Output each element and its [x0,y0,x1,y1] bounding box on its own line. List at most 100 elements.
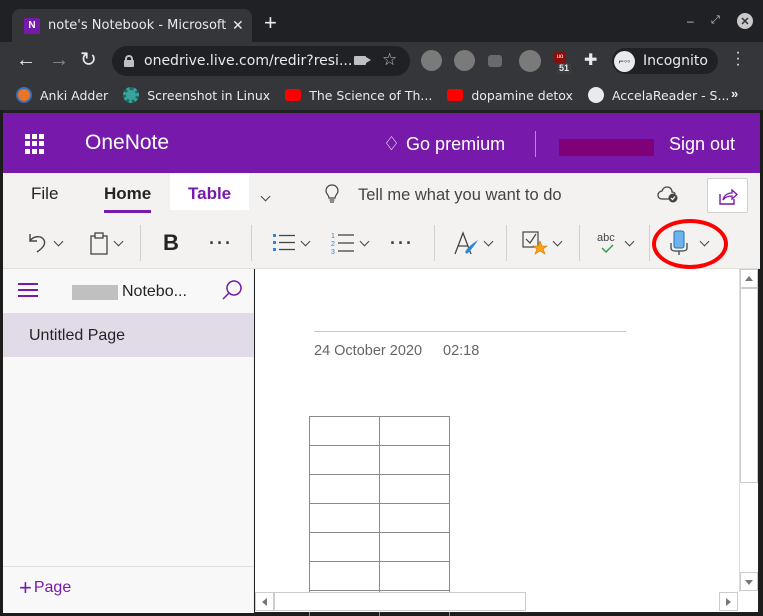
todo-tag-star-icon [522,231,548,255]
styles-button[interactable] [453,229,494,257]
url-text[interactable]: onedrive.live.com/redir?resi... [144,53,352,69]
ribbon-separator [434,225,435,261]
more-formatting-button[interactable]: ··· [209,229,233,257]
vertical-scroll-thumb[interactable] [740,288,758,483]
window-close-button[interactable]: ✕ [737,13,753,29]
scroll-right-button[interactable] [719,592,738,611]
svg-text:2: 2 [331,241,335,248]
robot-extension-icon[interactable] [488,55,502,67]
horizontal-scrollbar[interactable] [255,592,739,612]
table-cell[interactable] [379,532,450,562]
chevron-down-icon [483,236,494,246]
bookmark-label: AccelaReader - S... [611,87,730,103]
table-cell[interactable] [379,503,450,533]
bookmark-screenshot-in-linux[interactable]: Screenshot in Linux [123,87,270,103]
bullets-button[interactable] [272,229,311,257]
bookmark-dopamine-detox[interactable]: dopamine detox [447,88,573,103]
ribbon-tab-bar: File Home Table Tell me what you want to… [3,173,760,215]
table-cell[interactable] [309,532,380,562]
app-launcher-icon[interactable] [25,134,45,154]
scroll-up-button[interactable] [740,269,758,288]
browser-tab[interactable]: N note's Notebook - Microsoft OneNote On… [12,9,252,42]
bookmark-science-of[interactable]: The Science of Th... [285,88,432,103]
table-cell[interactable] [379,445,450,475]
clipboard-button[interactable] [89,229,124,257]
scroll-down-button[interactable] [740,572,758,591]
maximize-button[interactable]: ⤢ [711,14,720,27]
page-title-field[interactable] [314,331,626,332]
bold-button[interactable]: B [163,229,179,257]
table-cell[interactable] [309,474,380,504]
incognito-indicator[interactable]: ⌐◦◦ Incognito [612,48,718,74]
onenote-header: OneNote ♢ Go premium Sign out [3,113,760,173]
table-cell[interactable] [379,561,450,591]
add-page-button[interactable]: + Page [19,577,71,599]
go-premium-button[interactable]: ♢ Go premium [383,133,505,156]
extension-icon[interactable] [519,50,541,72]
bookmark-label: Anki Adder [40,87,109,103]
bookmarks-overflow-button[interactable]: » [731,86,738,101]
chevron-down-icon [53,236,64,246]
diamond-icon: ♢ [383,134,401,155]
page-navigation-pane: Notebo... Untitled Page + Page [3,269,254,613]
table-cell[interactable] [379,474,450,504]
undo-button[interactable] [27,229,64,257]
table-row [309,503,450,533]
table-row [309,445,450,475]
notebook-name[interactable]: Notebo... [122,283,187,301]
scroll-left-button[interactable] [255,592,274,611]
arrow-left-icon [262,598,267,606]
vertical-scrollbar[interactable] [739,269,758,592]
back-button[interactable]: ← [16,49,36,71]
app-name[interactable]: OneNote [85,131,169,155]
tab-home[interactable]: Home [104,184,152,213]
more-paragraph-button[interactable]: ··· [390,229,414,257]
lock-icon[interactable] [124,55,134,67]
ribbon-commands: B ··· 1 2 3 ··· abc [3,215,760,269]
more-tabs-chevron-icon[interactable] [260,187,271,205]
table-cell[interactable] [379,416,450,446]
table-row [309,561,450,591]
extensions-puzzle-icon[interactable]: ✚ [584,50,597,70]
table-row [309,474,450,504]
bookmark-anki-adder[interactable]: Anki Adder [16,87,108,103]
tell-me-search[interactable]: Tell me what you want to do [358,186,562,205]
numbering-button[interactable]: 1 2 3 [331,229,370,257]
browser-menu-icon[interactable]: · · · [735,45,741,73]
tab-file[interactable]: File [31,184,58,204]
sign-out-link[interactable]: Sign out [669,134,735,155]
close-icon[interactable]: ✕ [232,17,244,34]
bookmark-label: dopamine detox [471,87,573,103]
reload-button[interactable]: ↻ [80,49,97,71]
search-icon[interactable] [221,279,243,301]
chevron-down-icon [624,236,635,246]
share-button[interactable] [707,178,748,213]
table-cell[interactable] [309,561,380,591]
cloud-sync-icon[interactable] [657,185,679,203]
bookmark-star-icon[interactable]: ☆ [382,50,397,70]
spelling-button[interactable]: abc [596,229,635,257]
youtube-icon [447,89,464,101]
address-bar[interactable]: onedrive.live.com/redir?resi... ☆ [112,46,410,76]
page-canvas[interactable]: 24 October 2020 02:18 [255,269,739,616]
horizontal-scroll-thumb[interactable] [274,592,526,611]
bookmark-accelareader[interactable]: AccelaReader - S... [587,87,730,103]
tab-table[interactable]: Table [188,184,231,204]
new-tab-button[interactable]: + [264,12,277,34]
camera-blocked-icon[interactable] [354,56,371,65]
ribbon-separator [649,225,650,261]
extension-icon[interactable] [421,50,442,71]
extension-icon[interactable] [454,50,475,71]
tag-button[interactable] [522,229,563,257]
table-cell[interactable] [309,445,380,475]
forward-button[interactable]: → [49,49,69,71]
chevron-down-icon [359,236,370,246]
bullet-list-icon [273,234,295,251]
styles-brush-icon [454,231,478,255]
table-cell[interactable] [309,503,380,533]
annotation-circle [652,219,728,269]
page-list-item[interactable]: Untitled Page [3,314,254,357]
minimize-button[interactable]: – [687,14,694,28]
table-cell[interactable] [309,416,380,446]
hamburger-menu-icon[interactable] [18,283,38,297]
